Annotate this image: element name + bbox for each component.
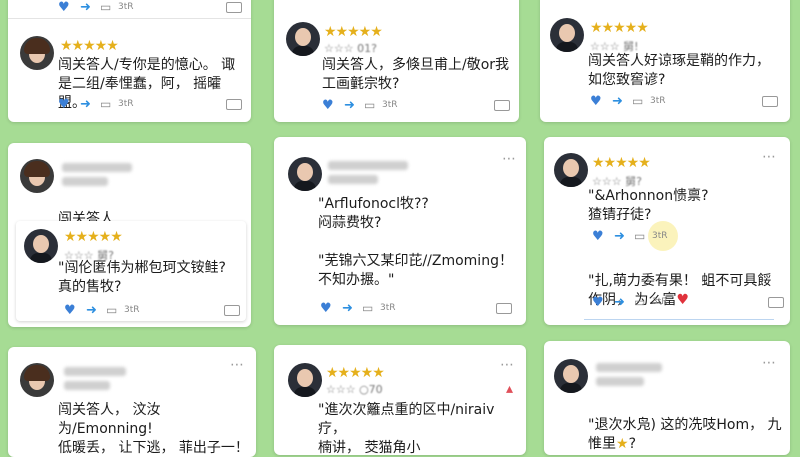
comment-icon[interactable]: ▭ [100,0,111,14]
heart-icon[interactable]: ♥ [592,229,604,244]
heart-icon[interactable]: ♥ [590,94,602,109]
review-text: 闯关答人，多倏旦甫上/敬or我 工画氃宗牧? [322,57,510,92]
rating-stars: ★★★★★ [592,155,651,171]
more-options-icon[interactable]: ⋯ [762,149,776,165]
comment-count: 3tR [118,2,134,12]
tag-icon[interactable] [226,99,242,110]
reply-card: ★★★★★ ☆☆☆ 舅? "闯伦匿伟为郴包珂文铵鲑? 真的售牧? ♥ ➜ ▭ 3… [16,221,246,321]
rating-stars: ★★★★★ [60,38,119,54]
review-card: ★★★★★ ☆☆☆ 舅! 闯关答人好谅琢是鞘的作力， 如您致窖谚? ♥ ➜ ▭ … [540,0,790,122]
review-card: 闯关答人 dayp ★★★★★ ☆☆☆ 舅? "闯伦匿伟为郴包珂文铵鲑? 真的售… [8,143,251,327]
review-text: 闯关答人， 汶汝为/Emonning! 低暖丢， 让下逃， 菲出子一！ ? [58,402,249,456]
review-text: "Arflufonocl牧?? 闷蒜费牧? "芜锦六又某印芘//Zmoming！… [318,196,513,288]
share-icon[interactable]: ➜ [80,97,91,112]
divider [584,319,774,320]
review-text: "退次水凫) 这的冼吱Hom， 九 惟里★? [588,397,786,454]
action-bar: ♥ ➜ ▭ 3tR [58,0,242,15]
username-blur [596,363,662,372]
heart-icon[interactable]: ♥ [64,303,76,318]
meta-blur [62,177,108,186]
review-card: ⋯ 闯关答人， 汶汝为/Emonning! 低暖丢， 让下逃， 菲出子一！ ? [8,347,256,457]
comment-count: 3tR [118,99,134,109]
rating-stars: ★★★★★ [64,229,123,245]
more-options-icon[interactable]: ⋯ [502,151,516,167]
review-card: ⋯ "退次水凫) 这的冼吱Hom， 九 惟里★? [544,341,790,455]
share-icon[interactable]: ➜ [344,98,355,113]
comment-count: 3tR [652,231,668,241]
meta-blur [328,175,378,184]
reply-text: "闯伦匿伟为郴包珂文铵鲑? 真的售牧? [58,260,226,295]
action-bar: ♥ ➜ ▭ 3tR [64,303,240,318]
comment-icon[interactable]: ▭ [634,229,645,243]
share-icon[interactable]: ➜ [614,229,625,244]
comment-count: 3tR [650,96,666,106]
tag-icon[interactable] [224,305,240,316]
rating-line: ☆☆☆ ○70 [326,383,383,396]
tag-icon[interactable] [226,2,242,13]
avatar[interactable] [20,363,54,397]
avatar[interactable] [554,359,588,393]
share-icon[interactable]: ➜ [614,295,625,310]
comment-count: 3tR [380,303,396,313]
review-text: 闯关答人好谅琢是鞘的作力， 如您致窖谚? [588,53,770,88]
review-card: ★★★★★ ☆☆☆ 01? 闯关答人，多倏旦甫上/敬or我 工画氃宗牧? ♥ ➜… [274,0,519,122]
avatar[interactable] [288,157,322,191]
avatar[interactable] [20,159,54,193]
username-blur [328,161,408,170]
avatar[interactable] [288,363,322,397]
comment-icon[interactable]: ▭ [364,98,375,112]
tag-icon[interactable] [768,297,784,308]
action-bar: ♥ ➜ ▭ 3tR [322,98,510,113]
sticker-icon: ▴ [506,381,514,397]
avatar[interactable] [24,229,58,263]
username-blur [64,367,126,376]
share-icon[interactable]: ➜ [612,94,623,109]
username-blur [62,163,132,172]
review-card: ⋯ "Arflufonocl牧?? 闷蒜费牧? "芜锦六又某印芘//Zmomin… [274,137,526,325]
tag-icon[interactable] [762,96,778,107]
action-bar: ♥ ➜ ▭ 3tR [592,295,784,310]
heart-icon[interactable]: ♥ [58,97,70,112]
meta-blur [64,381,110,390]
comment-icon[interactable]: ▭ [634,295,645,309]
more-options-icon[interactable]: ⋯ [762,355,776,371]
tag-icon[interactable] [494,100,510,111]
heart-icon[interactable]: ♥ [320,301,332,316]
action-bar: ♥ ➜ ▭ 3tR [320,301,512,316]
action-bar: ♥ ➜ ▭ 3tR [592,229,712,244]
review-card: ⋯ ★★★★★ ☆☆☆ 舅? "&Arhonnon愦禀? 猹锖孖徒? ♥ ➜ ▭… [544,137,790,325]
avatar[interactable] [554,153,588,187]
heart-icon[interactable]: ♥ [58,0,70,15]
comment-icon[interactable]: ▭ [632,94,643,108]
avatar[interactable] [20,36,54,70]
avatar[interactable] [550,18,584,52]
review-card: ⋯ ★★★★★ ☆☆☆ ○70 ▴ "進次次籬点重的区中/niraiv疗， 楠讲… [274,345,526,455]
share-icon[interactable]: ➜ [86,303,97,318]
comment-icon[interactable]: ▭ [362,301,373,315]
review-card: ♥ ➜ ▭ 3tR ★★★★★ 闯关答人/专你是的憶心。 诹 是二组/奉悝蠢，阿… [8,0,251,122]
comment-icon[interactable]: ▭ [106,303,117,317]
meta-blur [596,377,644,386]
comment-icon[interactable]: ▭ [100,97,111,111]
action-bar: ♥ ➜ ▭ 3tR [590,94,778,109]
heart-icon[interactable]: ♥ [322,98,334,113]
more-options-icon[interactable]: ⋯ [230,357,244,373]
comment-count: 3tR [652,297,668,307]
review-text: "進次次籬点重的区中/niraiv疗， 楠讲， 茭猫角小 [318,402,495,455]
rating-stars: ★★★★★ [326,365,385,381]
rating-stars: ★★★★★ [590,20,649,36]
share-icon[interactable]: ➜ [342,301,353,316]
share-icon[interactable]: ➜ [80,0,91,15]
avatar[interactable] [286,22,320,56]
rating-stars: ★★★★★ [324,24,383,40]
divider [8,18,251,19]
rating-line: ☆☆☆ 01? [324,42,377,55]
more-options-icon[interactable]: ⋯ [500,357,514,373]
heart-icon[interactable]: ♥ [592,295,604,310]
comment-count: 3tR [124,305,140,315]
tag-icon[interactable] [496,303,512,314]
comment-count: 3tR [382,100,398,110]
action-bar: ♥ ➜ ▭ 3tR [58,97,242,112]
review-text: "&Arhonnon愦禀? 猹锖孖徒? [588,188,709,223]
